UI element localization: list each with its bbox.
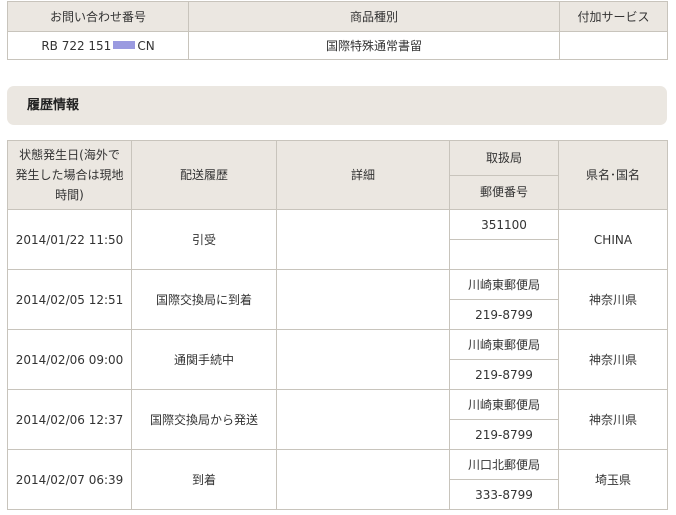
event-date: 2014/02/05 12:51 bbox=[7, 269, 132, 330]
event-postcode bbox=[449, 239, 559, 270]
event-office: 川崎東郵便局 bbox=[449, 269, 559, 300]
event-office: 川崎東郵便局 bbox=[449, 329, 559, 360]
event-status: 国際交換局に到着 bbox=[131, 269, 277, 330]
event-region: 神奈川県 bbox=[558, 269, 668, 330]
history-table: 状態発生日(海外で 発生した場合は現地 時間) 配送履歴 詳細 取扱局 県名･国… bbox=[7, 140, 668, 510]
event-status: 引受 bbox=[131, 209, 277, 270]
event-office: 川崎東郵便局 bbox=[449, 389, 559, 420]
additional-service-cell bbox=[559, 31, 668, 60]
postcode-header: 郵便番号 bbox=[449, 174, 559, 210]
detail-header: 詳細 bbox=[276, 140, 450, 210]
table-row: 2014/02/05 12:51 国際交換局に到着 川崎東郵便局 神奈川県 bbox=[7, 269, 668, 330]
event-date: 2014/02/06 12:37 bbox=[7, 389, 132, 450]
event-postcode: 219-8799 bbox=[449, 359, 559, 390]
event-office: 351100 bbox=[449, 209, 559, 240]
table-row: 2014/01/22 11:50 引受 351100 CHINA bbox=[7, 209, 668, 270]
event-status: 通関手続中 bbox=[131, 329, 277, 390]
office-header: 取扱局 bbox=[449, 140, 559, 176]
event-date: 2014/02/06 09:00 bbox=[7, 329, 132, 390]
table-row: 2014/02/07 06:39 到着 川口北郵便局 埼玉県 bbox=[7, 449, 668, 510]
status-header: 配送履歴 bbox=[131, 140, 277, 210]
event-detail bbox=[276, 389, 450, 450]
history-header-row: 状態発生日(海外で 発生した場合は現地 時間) 配送履歴 詳細 取扱局 県名･国… bbox=[7, 140, 668, 210]
table-row: 2014/02/06 09:00 通関手続中 川崎東郵便局 神奈川県 bbox=[7, 329, 668, 390]
date-header: 状態発生日(海外で 発生した場合は現地 時間) bbox=[7, 140, 132, 210]
product-type-header: 商品種別 bbox=[188, 1, 560, 32]
event-date: 2014/02/07 06:39 bbox=[7, 449, 132, 510]
event-postcode: 219-8799 bbox=[449, 299, 559, 330]
event-date: 2014/01/22 11:50 bbox=[7, 209, 132, 270]
event-postcode: 333-8799 bbox=[449, 479, 559, 510]
event-status: 国際交換局から発送 bbox=[131, 389, 277, 450]
region-header: 県名･国名 bbox=[558, 140, 668, 210]
event-detail bbox=[276, 449, 450, 510]
event-status: 到着 bbox=[131, 449, 277, 510]
event-detail bbox=[276, 269, 450, 330]
summary-table: お問い合わせ番号 商品種別 付加サービス RB 722 151 CN 国際特殊通常… bbox=[7, 1, 668, 60]
event-region: 神奈川県 bbox=[558, 389, 668, 450]
event-detail bbox=[276, 209, 450, 270]
redaction-mask bbox=[113, 41, 136, 49]
history-section-title: 履歴情報 bbox=[27, 98, 80, 113]
event-office: 川口北郵便局 bbox=[449, 449, 559, 480]
tracking-number-header: お問い合わせ番号 bbox=[7, 1, 189, 32]
history-section-header: 履歴情報 bbox=[7, 86, 667, 125]
event-postcode: 219-8799 bbox=[449, 419, 559, 450]
tracking-suffix: CN bbox=[137, 38, 155, 53]
summary-header-row: お問い合わせ番号 商品種別 付加サービス bbox=[7, 1, 668, 32]
tracking-number-cell: RB 722 151 CN bbox=[7, 31, 189, 60]
event-region: CHINA bbox=[558, 209, 668, 270]
history-rows: 2014/01/22 11:50 引受 351100 CHINA 2014/02/05 … bbox=[7, 209, 668, 510]
additional-service-header: 付加サービス bbox=[559, 1, 668, 32]
table-row: 2014/02/06 12:37 国際交換局から発送 川崎東郵便局 神奈川県 bbox=[7, 389, 668, 450]
event-detail bbox=[276, 329, 450, 390]
tracking-prefix: RB 722 151 bbox=[41, 38, 112, 53]
event-region: 埼玉県 bbox=[558, 449, 668, 510]
event-region: 神奈川県 bbox=[558, 329, 668, 390]
summary-row: RB 722 151 CN 国際特殊通常書留 bbox=[7, 31, 668, 60]
product-type-cell: 国際特殊通常書留 bbox=[188, 31, 560, 60]
